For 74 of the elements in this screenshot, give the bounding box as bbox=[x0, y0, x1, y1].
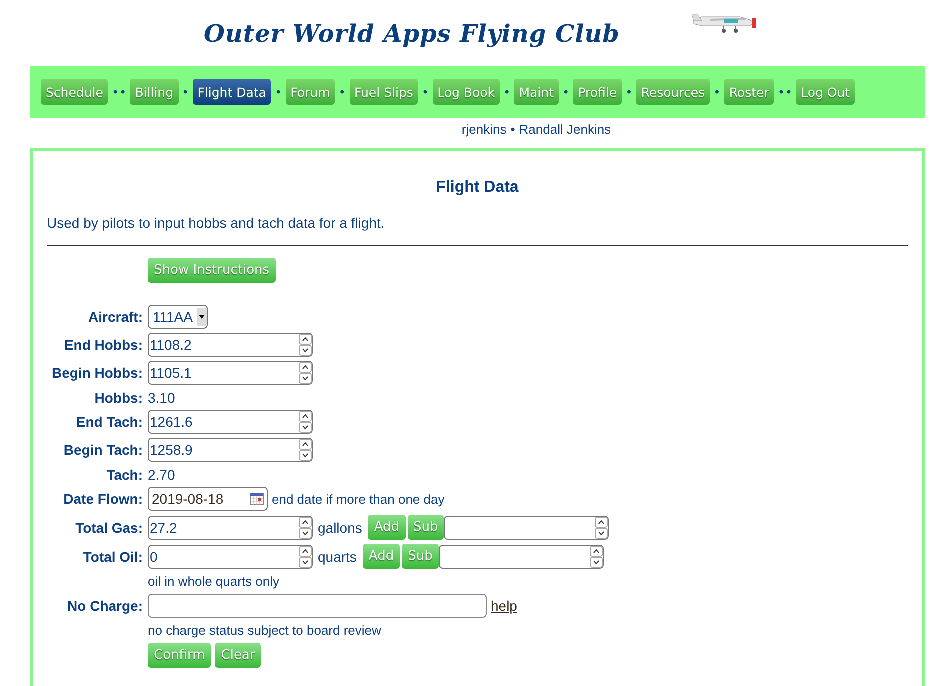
number-field[interactable]: 1261.6 bbox=[148, 410, 313, 434]
full-name: Randall Jenkins bbox=[519, 122, 612, 137]
spinner-arrows-icon[interactable] bbox=[299, 516, 312, 538]
nav-tab[interactable]: Resources bbox=[636, 79, 710, 105]
spinner-arrows-icon[interactable] bbox=[299, 439, 312, 461]
field-label: Aircraft: bbox=[88, 309, 143, 325]
subtract-button[interactable]: Sub bbox=[402, 544, 439, 569]
help-link[interactable]: help bbox=[491, 598, 518, 614]
clear-button[interactable]: Clear bbox=[215, 643, 262, 668]
spinner-arrows-icon[interactable] bbox=[595, 516, 608, 538]
dropdown-caret-icon[interactable] bbox=[196, 308, 207, 326]
instructions-button[interactable]: Show Instructions bbox=[148, 258, 276, 283]
field-label: Begin Hobbs: bbox=[52, 365, 143, 381]
note-text: no charge status subject to board review bbox=[148, 623, 382, 638]
field-label: End Hobbs: bbox=[64, 337, 143, 353]
date-field[interactable]: 2019-08-18 bbox=[148, 487, 268, 511]
nav-tab[interactable]: Log Book bbox=[432, 79, 500, 105]
spinner-arrows-icon[interactable] bbox=[299, 411, 312, 433]
separator-dot: • • bbox=[112, 85, 126, 99]
text-field[interactable] bbox=[148, 594, 487, 618]
spinner-arrows-icon[interactable] bbox=[590, 546, 603, 568]
nav-tab[interactable]: Schedule bbox=[41, 79, 108, 105]
add-button[interactable]: Add bbox=[368, 515, 406, 540]
number-field[interactable]: 1105.1 bbox=[148, 361, 313, 385]
separator-dot: • bbox=[504, 85, 510, 99]
site-title: Outer World Apps Flying Club bbox=[204, 18, 620, 48]
nav-tab[interactable]: Forum bbox=[286, 79, 336, 105]
separator-dot: • bbox=[510, 122, 516, 137]
field-label: No Charge: bbox=[68, 598, 143, 614]
number-field[interactable] bbox=[438, 544, 604, 568]
separator-dot: • bbox=[182, 85, 189, 99]
field-label: Total Gas: bbox=[76, 520, 143, 536]
nav-tab[interactable]: Billing bbox=[130, 79, 179, 105]
separator-dot: • bbox=[626, 85, 632, 99]
aircraft-select[interactable]: 111AA bbox=[148, 305, 208, 329]
readout-value: 2.70 bbox=[148, 466, 176, 482]
nav-tab[interactable]: Roster bbox=[724, 79, 774, 105]
separator-dot: • bbox=[339, 85, 346, 99]
separator-dot: • bbox=[714, 85, 720, 99]
unit-label: quarts bbox=[318, 548, 357, 564]
field-label: Hobbs: bbox=[94, 390, 143, 406]
number-field[interactable]: 1108.2 bbox=[148, 333, 313, 357]
field-label: Date Flown: bbox=[64, 491, 143, 507]
add-button[interactable]: Add bbox=[362, 544, 400, 569]
field-label: Total Oil: bbox=[83, 548, 143, 564]
nav-tab[interactable]: Profile bbox=[573, 79, 622, 105]
separator-dot: • bbox=[562, 85, 570, 99]
readout-value: 3.10 bbox=[148, 390, 176, 406]
separator-dot: • bbox=[422, 85, 429, 99]
field-label: End Tach: bbox=[76, 414, 143, 430]
hint-text: end date if more than one day bbox=[272, 492, 445, 506]
nav-tab[interactable]: Maint bbox=[514, 79, 559, 105]
note-text: oil in whole quarts only bbox=[148, 574, 280, 589]
calendar-icon[interactable] bbox=[250, 493, 264, 505]
number-field[interactable]: 0 bbox=[148, 544, 313, 568]
spinner-arrows-icon[interactable] bbox=[299, 546, 312, 568]
number-field[interactable]: 1258.9 bbox=[148, 438, 313, 462]
spinner-arrows-icon[interactable] bbox=[299, 362, 312, 384]
nav-tab[interactable]: Fuel Slips bbox=[350, 79, 418, 105]
separator-dot: • bbox=[275, 85, 282, 99]
unit-label: gallons bbox=[318, 520, 362, 536]
number-field[interactable]: 27.2 bbox=[148, 516, 313, 540]
description: Used by pilots to input hobbs and tach data for a flight. bbox=[47, 215, 386, 231]
panel-title: Flight Data bbox=[435, 179, 520, 197]
nav-tab[interactable]: Flight Data bbox=[192, 79, 272, 105]
spinner-arrows-icon[interactable] bbox=[299, 334, 312, 356]
confirm-button[interactable]: Confirm bbox=[148, 643, 212, 668]
number-field[interactable] bbox=[444, 516, 610, 540]
field-label: Begin Tach: bbox=[64, 442, 143, 458]
nav-tab[interactable]: Log Out bbox=[796, 79, 856, 105]
field-label: Tach: bbox=[106, 466, 143, 482]
subtract-button[interactable]: Sub bbox=[408, 515, 444, 540]
separator-dot: • • bbox=[778, 85, 792, 99]
username: rjenkins bbox=[462, 122, 507, 137]
